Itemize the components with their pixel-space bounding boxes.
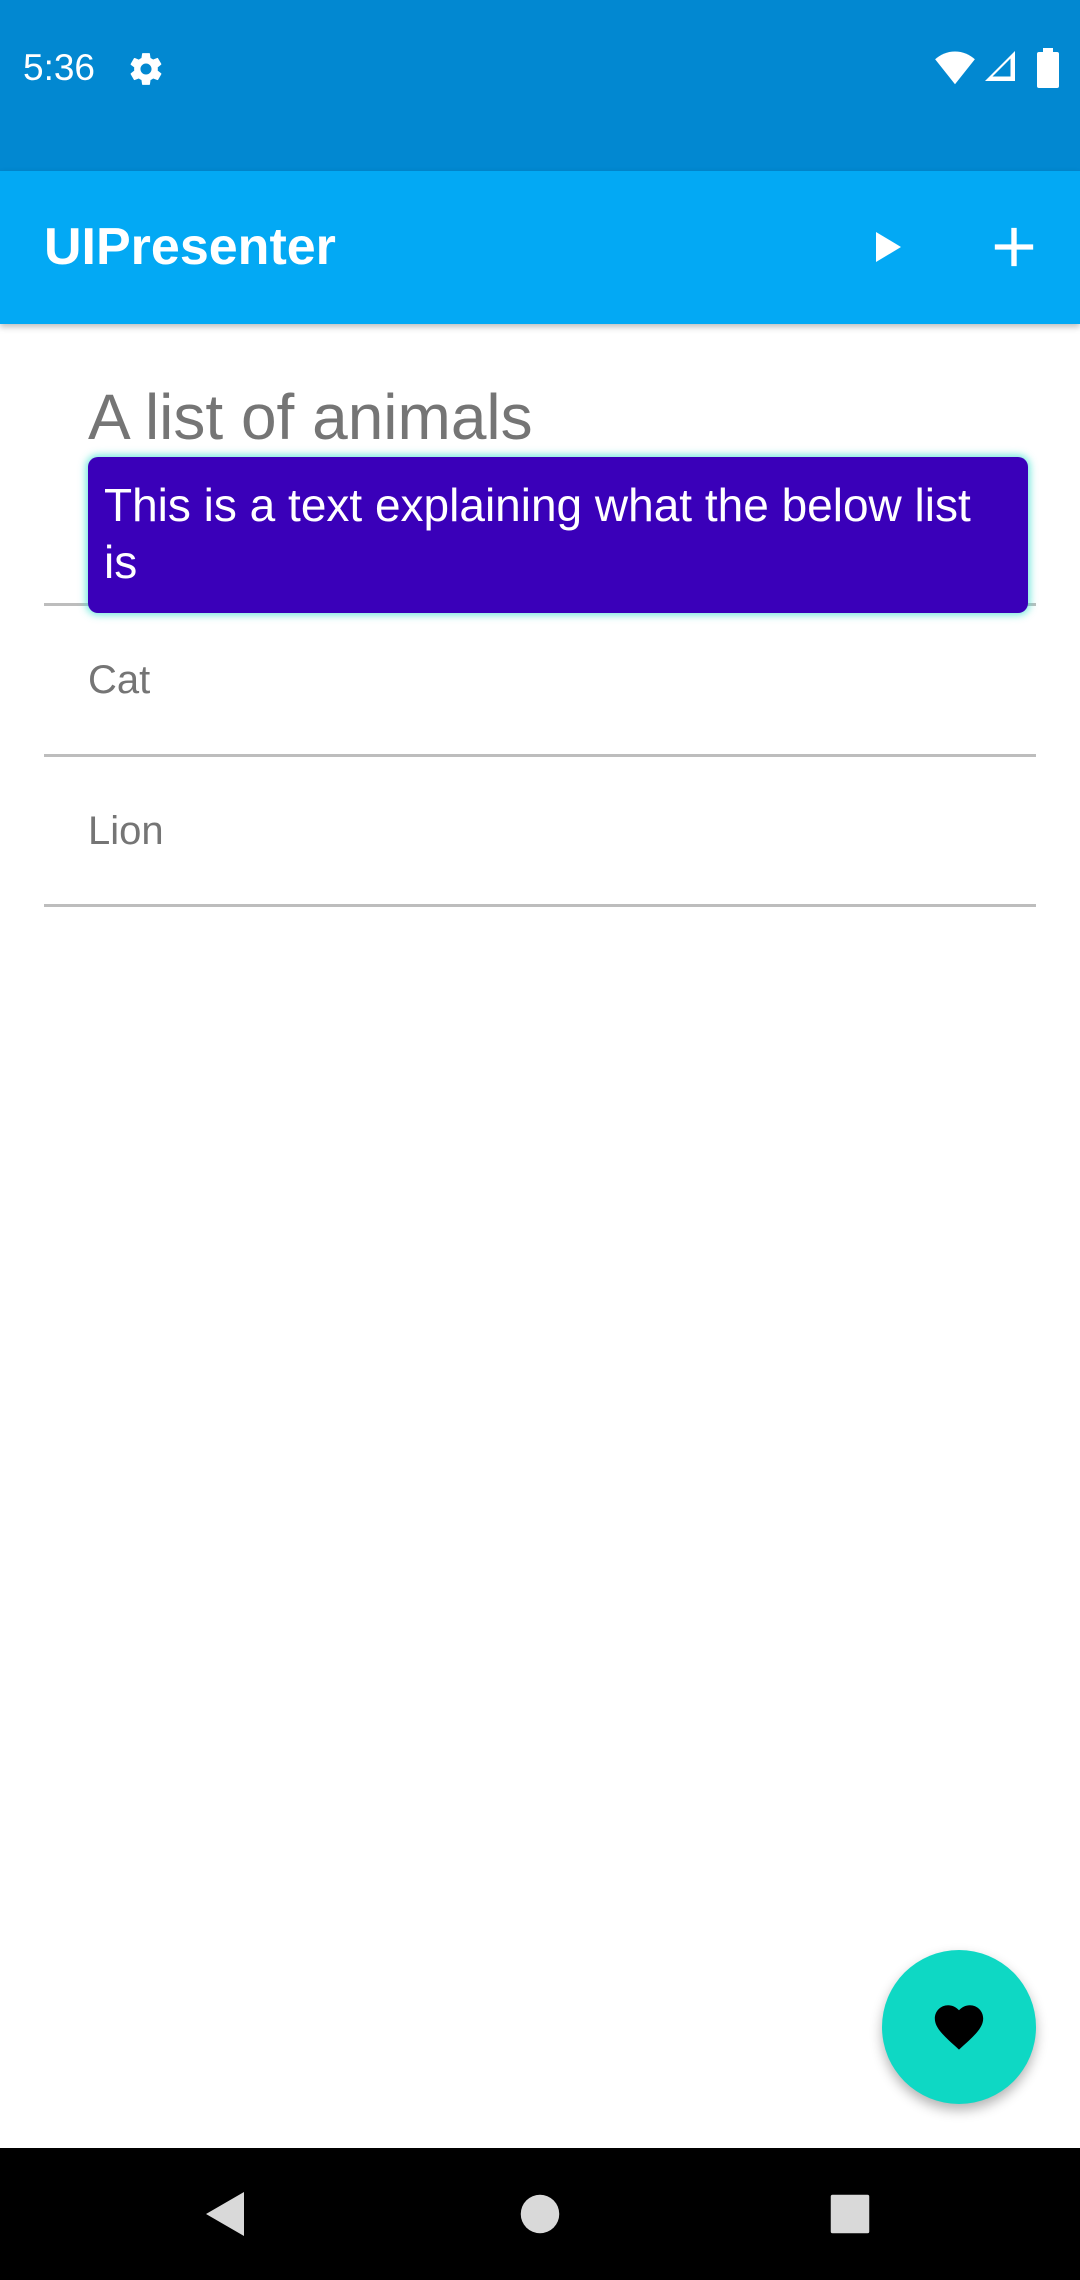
nav-bar [0,2148,1080,2280]
add-button[interactable] [972,205,1056,289]
home-button[interactable] [498,2172,582,2256]
play-icon [876,232,901,262]
favorite-fab[interactable] [882,1950,1036,2104]
explanation-tooltip: This is a text explaining what the below… [88,457,1028,613]
battery-icon [1037,48,1059,88]
list-heading: A list of animals [88,381,533,453]
recents-button[interactable] [808,2172,892,2256]
back-button[interactable] [184,2172,268,2256]
back-icon [206,2192,244,2236]
play-button[interactable] [844,205,928,289]
app-title: UIPresenter [44,218,336,276]
list-item-label: Cat [88,658,151,702]
app-bar: UIPresenter [0,171,1080,324]
list-item-cat[interactable]: Cat [44,606,1036,754]
cell-signal-icon [985,51,1015,81]
recents-icon [830,2194,870,2234]
status-time: 5:36 [23,47,96,88]
gear-icon [130,53,162,85]
list-item-lion[interactable]: Lion [44,757,1036,905]
wifi-icon [935,51,975,85]
list-divider [44,904,1036,907]
add-icon [994,227,1034,267]
home-icon [520,2194,560,2234]
heart-icon [934,2005,984,2050]
list-item-label: Lion [88,809,164,853]
status-bar: 5:36 [0,0,1080,171]
